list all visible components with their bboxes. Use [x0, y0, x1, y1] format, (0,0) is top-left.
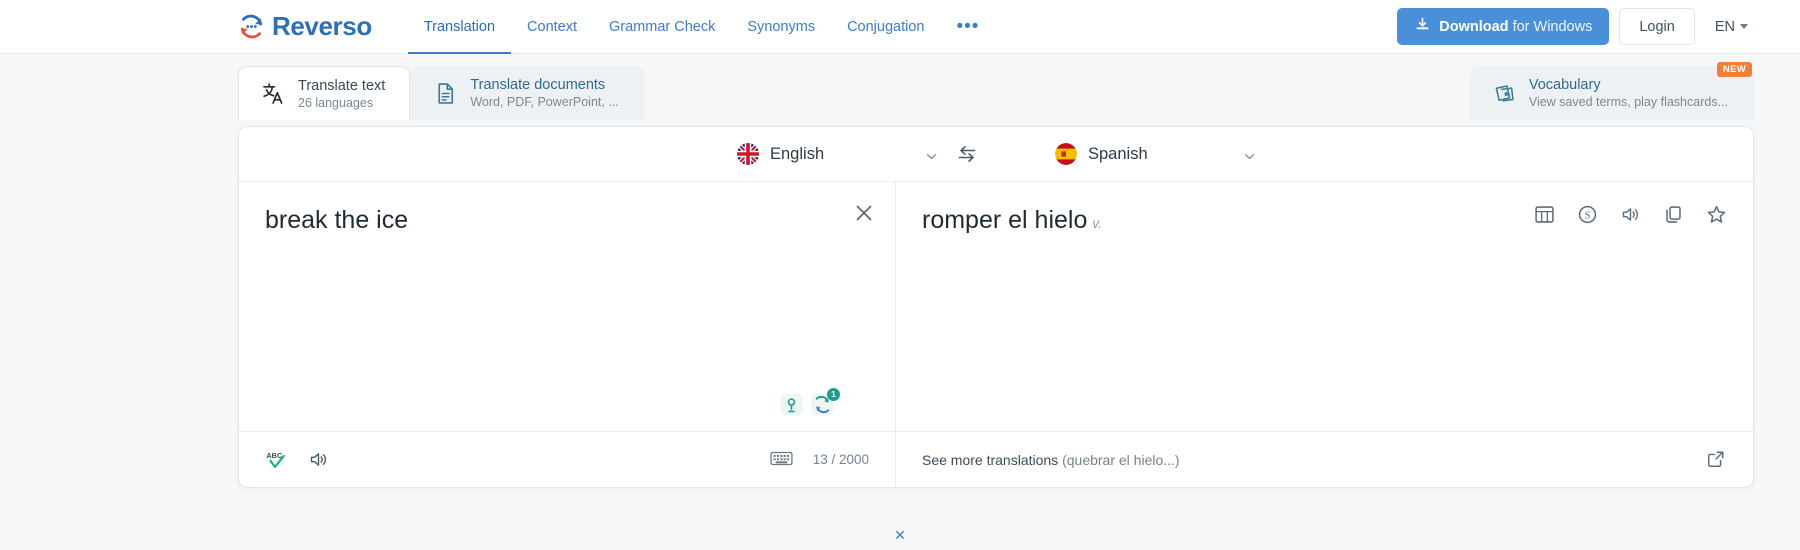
target-pane: romper el hielo v. S — [896, 182, 1753, 487]
close-x-icon[interactable] — [853, 202, 875, 224]
source-text-input[interactable] — [265, 204, 869, 354]
svg-text:S: S — [1585, 210, 1591, 221]
download-icon — [1414, 16, 1431, 37]
reverso-circular-arrow-chat-icon — [238, 13, 265, 40]
source-footer: ABC — [239, 431, 895, 487]
login-button[interactable]: Login — [1619, 8, 1694, 45]
vocabulary-new-badge: NEW — [1717, 62, 1752, 77]
conjugation-table-icon[interactable] — [1534, 204, 1555, 225]
download-for-windows-button[interactable]: Download for Windows — [1397, 8, 1609, 45]
site-header: Reverso Translation Context Grammar Chec… — [0, 0, 1800, 54]
virtual-keyboard-icon[interactable] — [770, 449, 791, 470]
tab-vocabulary-title: Vocabulary — [1529, 77, 1728, 93]
ai-translate-count-badge: 1 — [827, 388, 840, 401]
tab-vocabulary-subtitle: View saved terms, play flashcards... — [1529, 95, 1728, 109]
spain-flag — [1055, 143, 1077, 165]
nav-item-translation[interactable]: Translation — [408, 0, 511, 54]
translate-text-icon — [261, 81, 286, 106]
tab-translate-documents-title: Translate documents — [470, 77, 618, 93]
target-translation-text: romper el hielo — [922, 206, 1087, 234]
character-counter: 13 / 2000 — [813, 452, 869, 467]
chevron-down-icon — [1244, 149, 1255, 160]
target-language-selector[interactable]: Spanish — [1055, 143, 1255, 165]
see-more-translations-label: See more translations — [922, 452, 1058, 468]
see-more-translations-detail: (quebrar el hielo...) — [1062, 452, 1180, 468]
listen-icon[interactable] — [1620, 204, 1641, 225]
target-part-of-speech: v. — [1092, 216, 1102, 231]
see-more-translations-link[interactable]: See more translations (quebrar el hielo.… — [922, 452, 1180, 468]
nav-item-grammar-check[interactable]: Grammar Check — [593, 0, 731, 54]
synonyms-icon[interactable]: S — [1577, 204, 1598, 225]
source-language-label: English — [770, 145, 824, 164]
ad-close-button[interactable]: ✕ — [0, 527, 1800, 544]
download-button-label: Download — [1439, 19, 1508, 35]
rephrase-icon[interactable] — [779, 392, 804, 417]
interface-language-label: EN — [1715, 19, 1735, 35]
tab-translate-text-title: Translate text — [298, 78, 385, 94]
target-footer: See more translations (quebrar el hielo.… — [896, 431, 1753, 487]
favorite-icon[interactable] — [1706, 204, 1727, 225]
nav-item-synonyms[interactable]: Synonyms — [731, 0, 831, 54]
flashcards-star-icon — [1492, 81, 1517, 106]
tab-translate-text-subtitle: 26 languages — [298, 96, 385, 110]
translation-card: English — [238, 126, 1754, 488]
nav-item-conjugation[interactable]: Conjugation — [831, 0, 940, 54]
source-language-selector[interactable]: English — [737, 143, 937, 165]
tab-translate-text[interactable]: Translate text 26 languages — [238, 66, 410, 120]
target-language-label: Spanish — [1088, 145, 1148, 164]
tab-translate-documents-subtitle: Word, PDF, PowerPoint, ... — [470, 95, 618, 109]
open-external-icon[interactable] — [1706, 449, 1727, 470]
swap-languages-button[interactable] — [955, 142, 979, 166]
reverso-logo[interactable]: Reverso — [238, 11, 372, 42]
listen-icon[interactable] — [308, 449, 329, 470]
uk-flag — [737, 143, 759, 165]
language-selection-bar: English — [239, 127, 1753, 182]
assist-badges: 1 — [779, 392, 835, 417]
abc-spellcheck-icon[interactable]: ABC — [265, 449, 286, 470]
target-tools: S — [1534, 204, 1727, 225]
copy-icon[interactable] — [1663, 204, 1684, 225]
mode-tabs-row: Translate text 26 languages Translate do… — [0, 54, 1800, 126]
chevron-down-icon — [926, 149, 937, 160]
nav-more-ellipsis-icon[interactable]: ••• — [940, 0, 995, 54]
interface-language-selector[interactable]: EN — [1705, 19, 1754, 35]
source-pane: 1 ABC — [239, 182, 896, 487]
download-button-suffix: for Windows — [1509, 19, 1593, 35]
target-body: romper el hielo v. S — [896, 182, 1753, 431]
nav-item-context[interactable]: Context — [511, 0, 593, 54]
ai-translate-icon[interactable]: 1 — [810, 392, 835, 417]
translation-panes: 1 ABC — [239, 182, 1753, 487]
document-icon — [433, 81, 458, 106]
header-actions: Download for Windows Login EN — [1397, 8, 1754, 45]
tab-vocabulary[interactable]: NEW Vocabulary View saved terms, play fl… — [1470, 66, 1754, 120]
chevron-down-icon — [1740, 24, 1748, 29]
source-body: 1 — [239, 182, 895, 431]
main-nav: Translation Context Grammar Check Synony… — [408, 0, 996, 54]
logo-text: Reverso — [272, 11, 372, 42]
tab-translate-documents[interactable]: Translate documents Word, PDF, PowerPoin… — [410, 66, 643, 120]
